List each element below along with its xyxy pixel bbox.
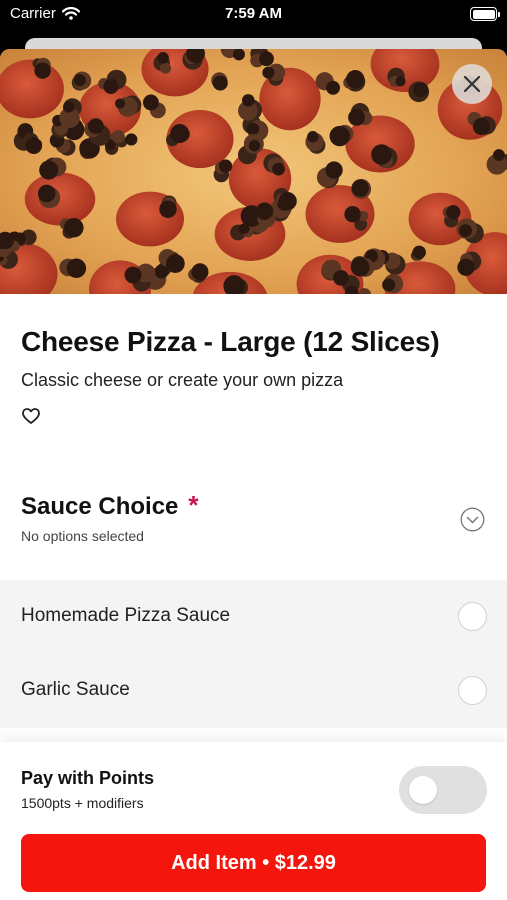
modifier-group-title: Sauce Choice * [21,490,199,521]
heart-icon[interactable] [21,406,41,426]
status-bar: Carrier 7:59 AM [0,0,507,30]
sauce-options-list: Homemade Pizza Sauce Garlic Sauce [0,580,507,728]
product-description: Classic cheese or create your own pizza [21,370,344,390]
add-item-button[interactable]: Add Item • $12.99 [21,834,486,892]
option-label: Homemade Pizza Sauce [21,605,231,626]
pay-with-points-toggle[interactable] [399,766,487,814]
modifier-group-name: Sauce Choice [21,493,179,520]
option-homemade-pizza-sauce[interactable]: Homemade Pizza Sauce [0,580,507,654]
product-image [0,49,507,294]
required-marker: * [188,490,199,520]
toggle-knob [409,776,437,804]
points-detail: 1500pts + modifiers [21,795,144,811]
close-button[interactable] [452,64,492,104]
product-title: Cheese Pizza - Large (12 Slices) [21,326,440,357]
pay-with-points-label: Pay with Points [21,768,155,788]
option-garlic-sauce[interactable]: Garlic Sauce [0,654,507,728]
status-time: 7:59 AM [225,5,282,22]
option-label: Garlic Sauce [21,679,130,700]
option-radio[interactable] [458,676,487,705]
option-radio[interactable] [458,602,487,631]
item-detail-modal: Cheese Pizza - Large (12 Slices) Classic… [0,49,507,900]
chevron-down-circle-icon[interactable] [460,507,485,532]
bottom-action-bar: Pay with Points 1500pts + modifiers Add … [0,742,507,900]
close-icon [463,75,481,93]
battery-icon [470,7,500,21]
modifier-group-status: No options selected [21,528,144,544]
